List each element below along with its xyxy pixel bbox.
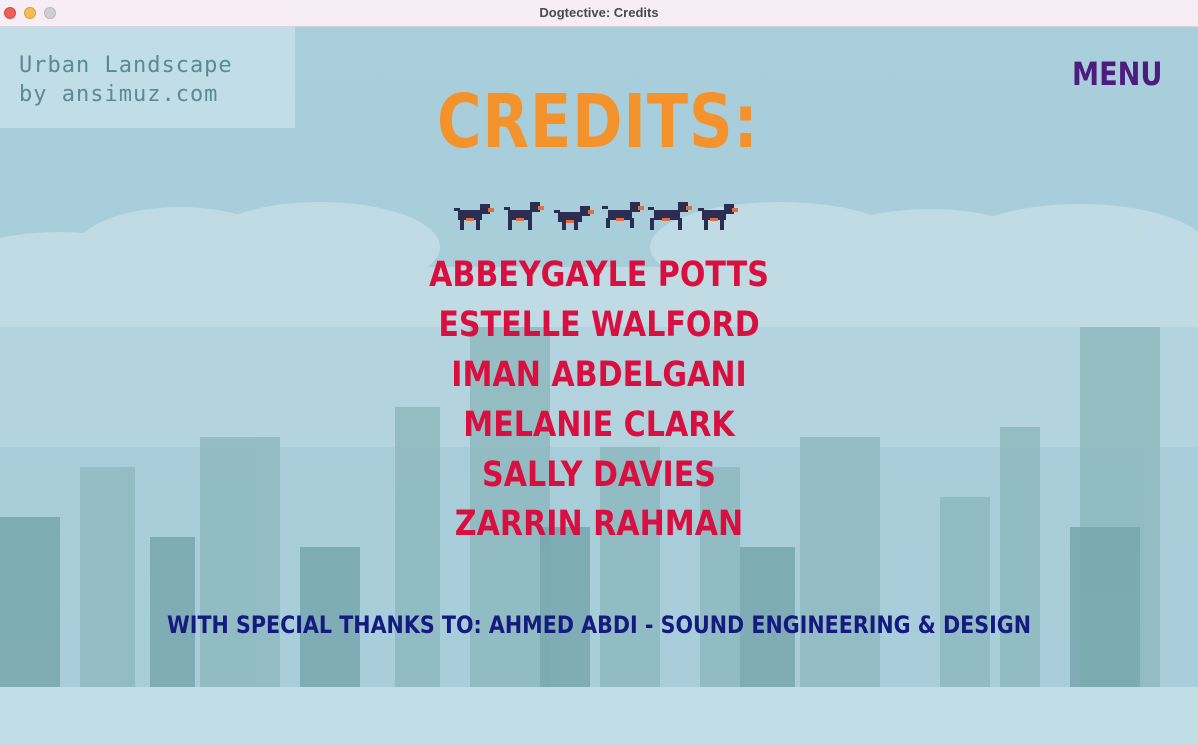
dog-sprite-icon	[454, 204, 494, 230]
credit-name: ZARRIN RAHMAN	[454, 504, 744, 544]
dog-sprite-icon	[698, 204, 738, 230]
credit-name: ABBEYGAYLE POTTS	[429, 255, 769, 295]
credit-name: ESTELLE WALFORD	[438, 305, 760, 345]
game-screen: Urban Landscape by ansimuz.com MENU CRED…	[0, 27, 1198, 745]
window-title: Dogtective: Credits	[539, 5, 659, 20]
dog-sprite-icon	[602, 202, 644, 228]
attribution-line-1: Urban Landscape	[19, 53, 233, 78]
dog-sprite-row	[454, 202, 738, 230]
attribution-line-2: by ansimuz.com	[19, 82, 219, 107]
credit-name: SALLY DAVIES	[482, 455, 716, 495]
special-thanks: WITH SPECIAL THANKS TO: AHMED ABDI - SOU…	[167, 611, 1031, 639]
credits-title: CREDITS:	[437, 79, 759, 165]
credit-name: IMAN ABDELGANI	[451, 355, 747, 395]
menu-button[interactable]: MENU	[1072, 55, 1162, 93]
dog-sprite-icon	[648, 202, 692, 230]
background-attribution: Urban Landscape by ansimuz.com	[0, 27, 295, 128]
window-titlebar: Dogtective: Credits	[0, 0, 1198, 27]
dog-sprite-icon	[504, 202, 544, 230]
credit-name: MELANIE CLARK	[463, 405, 735, 445]
dog-sprite-icon	[554, 206, 594, 230]
